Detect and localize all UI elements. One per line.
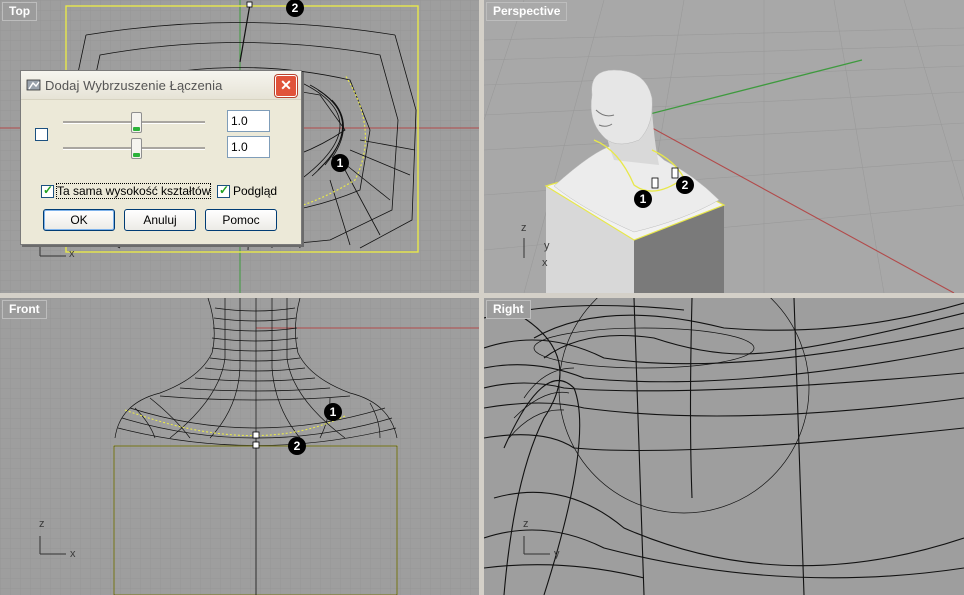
preview-label[interactable]: Podgląd [233,184,277,198]
ok-button[interactable]: OK [43,209,115,231]
slider-2-thumb[interactable] [131,138,142,159]
dialog-titlebar[interactable]: Dodaj Wybrzuszenie Łączenia ✕ [21,71,301,100]
perspective-viewport-label[interactable]: Perspective [486,2,568,21]
marker-1-top: 1 [331,154,349,172]
slider-2-value-input[interactable]: 1.0 [227,136,270,158]
front-axis-z-label: z [39,518,45,530]
add-blend-bulge-dialog: Dodaj Wybrzuszenie Łączenia ✕ 1.0 1.0 ✓ … [20,70,302,245]
app-icon [26,79,41,91]
same-height-label[interactable]: Ta sama wysokość kształtów [55,183,212,199]
marker-2-front: 2 [288,437,306,455]
checkmark-icon: ✓ [43,183,54,197]
right-viewport[interactable]: Right z y [484,298,964,595]
close-button[interactable]: ✕ [275,75,297,97]
front-axis-x-label: x [70,548,76,560]
help-button[interactable]: Pomoc [205,209,277,231]
same-height-checkbox[interactable]: ✓ [41,183,54,198]
preview-checkbox[interactable]: ✓ [217,183,230,198]
perspective-viewport-canvas [484,0,964,293]
selection-checkbox[interactable] [35,128,48,141]
marker-2-perspective: 2 [676,176,694,194]
marker-1-perspective: 1 [634,190,652,208]
persp-axis-y-label: y [544,240,550,252]
right-axis-y-label: y [554,548,560,560]
slider-1-value-input[interactable]: 1.0 [227,110,270,132]
perspective-viewport[interactable]: Perspective 1 2 z y x [484,0,964,293]
dialog-title: Dodaj Wybrzuszenie Łączenia [45,78,223,93]
top-viewport-label[interactable]: Top [2,2,38,21]
front-viewport-label[interactable]: Front [2,300,47,319]
right-viewport-label[interactable]: Right [486,300,531,319]
slider-1-thumb[interactable] [131,112,142,133]
persp-axis-z-label: z [521,222,527,234]
front-viewport[interactable]: Front 1 2 z x [0,298,479,595]
marker-1-front: 1 [324,403,342,421]
top-axis-x-label: x [69,248,75,260]
cancel-button[interactable]: Anuluj [124,209,196,231]
persp-axis-x-label: x [542,257,548,269]
right-axis-z-label: z [523,518,529,530]
checkmark-icon: ✓ [219,183,230,197]
